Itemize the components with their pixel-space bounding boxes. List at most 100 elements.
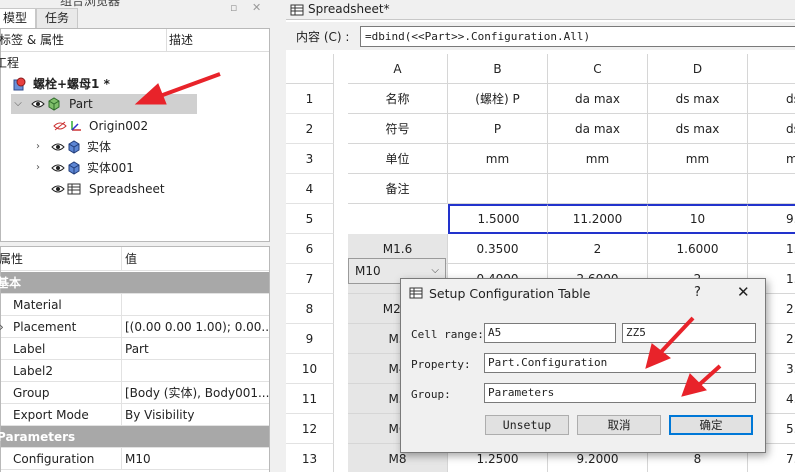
table-cell[interactable]: (螺栓) P bbox=[448, 84, 548, 114]
table-cell[interactable]: P bbox=[448, 114, 548, 144]
eye-icon[interactable] bbox=[51, 184, 65, 194]
row-header[interactable]: 5 bbox=[286, 204, 334, 234]
spreadsheet-icon bbox=[290, 4, 304, 16]
chevron-down-icon[interactable]: ⌵ bbox=[13, 94, 23, 114]
cell-range-from-input[interactable]: A5 bbox=[484, 323, 616, 343]
table-cell[interactable]: mm bbox=[548, 144, 648, 174]
body-icon bbox=[68, 140, 80, 154]
tab-tasks[interactable]: 任务 bbox=[36, 8, 79, 28]
chevron-right-icon[interactable]: › bbox=[33, 158, 43, 178]
column-header-c[interactable]: C bbox=[548, 54, 648, 84]
property-group-base[interactable]: 基本 bbox=[0, 272, 269, 294]
corner-header[interactable] bbox=[286, 54, 334, 84]
row-header[interactable]: 11 bbox=[286, 384, 334, 414]
unsetup-button[interactable]: Unsetup bbox=[485, 415, 569, 435]
property-row-group[interactable]: Group [Body (实体), Body001... bbox=[1, 382, 269, 404]
chevron-right-icon[interactable]: › bbox=[0, 316, 4, 338]
help-icon[interactable]: ? bbox=[694, 285, 701, 300]
table-cell[interactable]: 10 bbox=[648, 204, 748, 234]
table-cell[interactable]: 11.2000 bbox=[548, 204, 648, 234]
row-header[interactable]: 9 bbox=[286, 324, 334, 354]
spreadsheet-tab[interactable]: Spreadsheet* bbox=[286, 0, 795, 20]
table-cell[interactable]: mm bbox=[648, 144, 748, 174]
eye-hidden-icon[interactable] bbox=[53, 121, 67, 131]
tree-header-label[interactable]: 标签 & 属性 bbox=[0, 29, 167, 52]
tree-section-application: 工程 bbox=[0, 56, 20, 70]
table-cell[interactable]: 名称 bbox=[348, 84, 448, 114]
column-header-e[interactable]: E bbox=[748, 54, 795, 84]
table-cell[interactable]: ds m bbox=[748, 114, 795, 144]
table-cell[interactable]: 单位 bbox=[348, 144, 448, 174]
table-cell[interactable]: 2 bbox=[548, 234, 648, 264]
property-row-label[interactable]: Label Part bbox=[1, 338, 269, 360]
tree-item-part[interactable]: ⌵ Part bbox=[11, 94, 197, 114]
property-header-value[interactable]: 值 bbox=[125, 247, 269, 271]
float-icon[interactable]: ▫ bbox=[230, 2, 242, 14]
tree-item-label: Origin002 bbox=[89, 119, 149, 133]
table-cell[interactable]: 1.5000 bbox=[448, 204, 548, 234]
combo-tabs: 模型 任务 bbox=[0, 8, 79, 28]
chevron-right-icon[interactable]: › bbox=[33, 137, 43, 157]
table-cell[interactable] bbox=[548, 174, 648, 204]
eye-icon[interactable] bbox=[51, 142, 65, 152]
table-cell[interactable]: mm bbox=[448, 144, 548, 174]
panel-splitter[interactable] bbox=[272, 0, 286, 472]
close-icon[interactable]: ✕ bbox=[737, 283, 750, 301]
column-header-d[interactable]: D bbox=[648, 54, 748, 84]
content-label: 内容 (C) : bbox=[296, 30, 350, 44]
group-input[interactable]: Parameters bbox=[484, 383, 756, 403]
row-header[interactable]: 3 bbox=[286, 144, 334, 174]
eye-icon[interactable] bbox=[31, 99, 45, 109]
property-row-placement[interactable]: › Placement [(0.00 0.00 1.00); 0.00... bbox=[0, 316, 269, 338]
eye-icon[interactable] bbox=[51, 163, 65, 173]
table-cell[interactable]: 1.6000 bbox=[648, 234, 748, 264]
ok-button[interactable]: 确定 bbox=[669, 415, 753, 435]
table-cell[interactable]: 1.4 bbox=[748, 234, 795, 264]
table-cell[interactable]: 备注 bbox=[348, 174, 448, 204]
table-cell[interactable]: ds m bbox=[748, 84, 795, 114]
table-cell[interactable] bbox=[748, 174, 795, 204]
row-header[interactable]: 7 bbox=[286, 264, 334, 294]
table-cell[interactable]: ds max bbox=[648, 84, 748, 114]
table-cell[interactable]: da max bbox=[548, 114, 648, 144]
tree-item-body001[interactable]: › 实体001 bbox=[33, 158, 253, 178]
column-header-b[interactable]: B bbox=[448, 54, 548, 84]
property-header-name[interactable]: 属性 bbox=[0, 247, 23, 271]
table-cell[interactable] bbox=[648, 174, 748, 204]
row-header[interactable]: 2 bbox=[286, 114, 334, 144]
table-cell[interactable] bbox=[448, 174, 548, 204]
tree-header-description[interactable]: 描述 bbox=[167, 29, 269, 52]
tree-item-body[interactable]: › 实体 bbox=[33, 137, 253, 157]
row-header[interactable]: 10 bbox=[286, 354, 334, 384]
tab-model[interactable]: 模型 bbox=[0, 8, 37, 28]
property-input[interactable]: Part.Configuration bbox=[484, 353, 756, 373]
table-cell[interactable]: mm bbox=[748, 144, 795, 174]
table-cell[interactable]: 9.7 bbox=[748, 204, 795, 234]
row-header[interactable]: 8 bbox=[286, 294, 334, 324]
property-row-material[interactable]: Material bbox=[1, 294, 269, 316]
tree-item-origin[interactable]: Origin002 bbox=[53, 116, 253, 136]
row-header[interactable]: 4 bbox=[286, 174, 334, 204]
row-header[interactable]: 6 bbox=[286, 234, 334, 264]
property-row-configuration[interactable]: Configuration M10 bbox=[1, 448, 269, 470]
row-header[interactable]: 1 bbox=[286, 84, 334, 114]
cancel-button[interactable]: 取消 bbox=[577, 415, 661, 435]
table-cell[interactable]: da max bbox=[548, 84, 648, 114]
cell-range-to-input[interactable]: ZZ5 bbox=[622, 323, 756, 343]
tree-item-label: 实体001 bbox=[87, 161, 134, 175]
close-icon[interactable]: ✕ bbox=[252, 2, 264, 14]
row-header[interactable]: 12 bbox=[286, 414, 334, 444]
table-cell[interactable]: 符号 bbox=[348, 114, 448, 144]
table-cell[interactable]: 0.3500 bbox=[448, 234, 548, 264]
tree-item-document[interactable]: 螺栓+螺母1 * bbox=[1, 74, 269, 94]
tree-item-label: Part bbox=[69, 97, 93, 111]
column-header-a[interactable]: A bbox=[348, 54, 448, 84]
content-input[interactable]: =dbind(<<Part>>.Configuration.All) bbox=[360, 26, 795, 47]
spreadsheet-icon bbox=[409, 287, 423, 299]
property-row-export-mode[interactable]: Export Mode By Visibility bbox=[1, 404, 269, 426]
property-row-label2[interactable]: Label2 bbox=[1, 360, 269, 382]
row-header[interactable]: 13 bbox=[286, 444, 334, 472]
tree-item-spreadsheet[interactable]: Spreadsheet bbox=[51, 179, 261, 199]
property-group-parameters[interactable]: Parameters bbox=[0, 426, 269, 448]
table-cell[interactable]: ds max bbox=[648, 114, 748, 144]
